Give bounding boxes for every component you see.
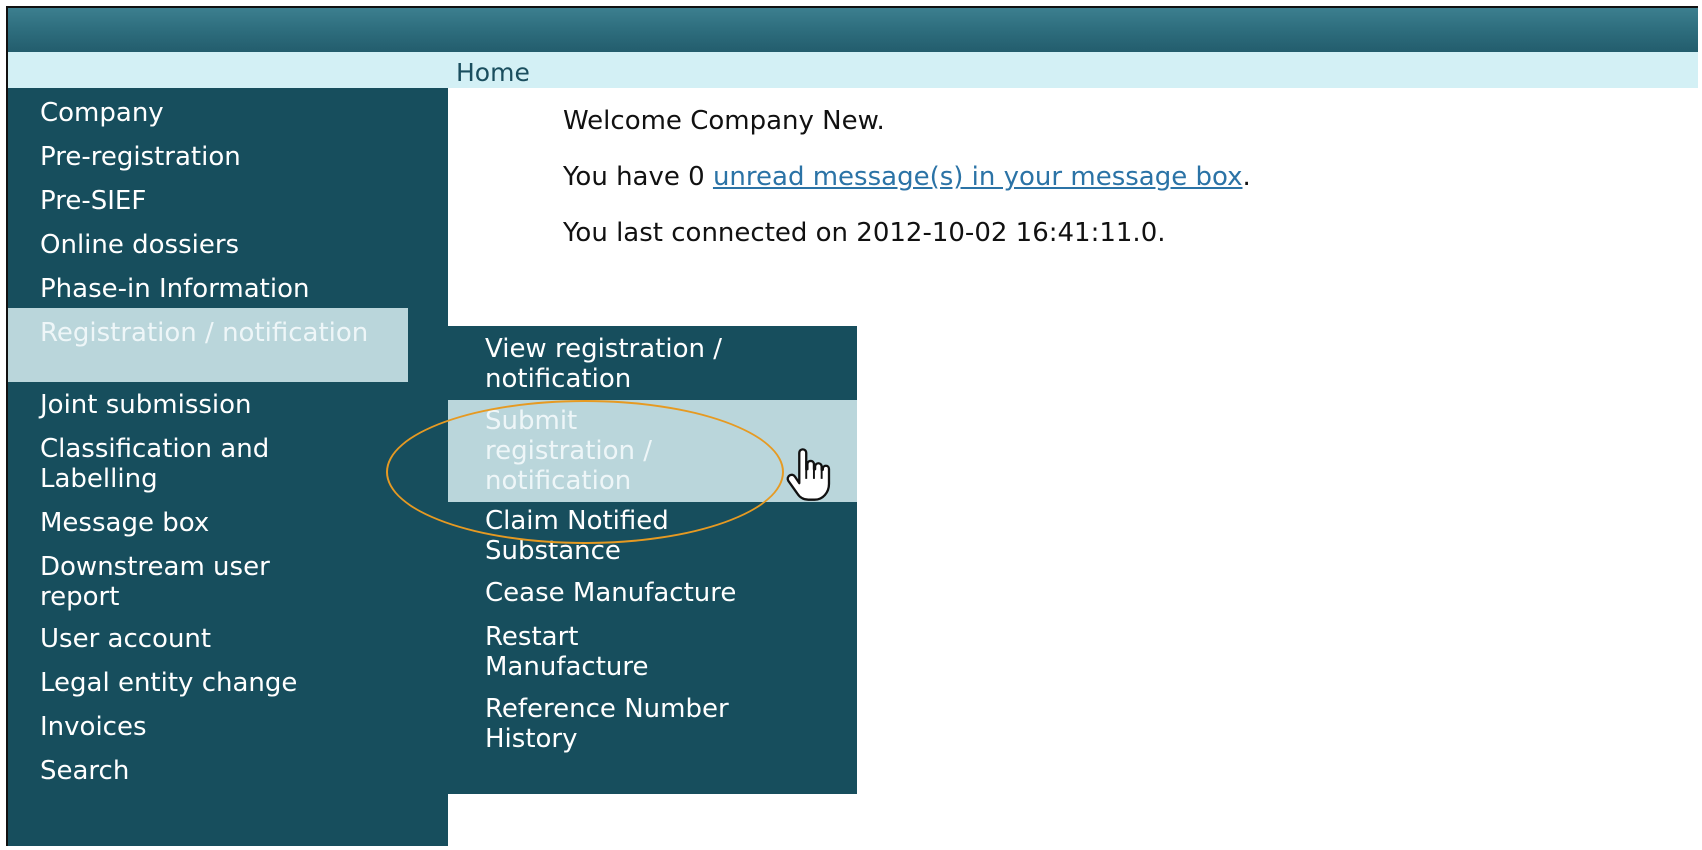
message-prefix: You have 0 <box>563 162 705 192</box>
welcome-text: Welcome Company New. <box>563 106 885 136</box>
sidebar-item-search[interactable]: Search <box>8 756 448 786</box>
submenu-item-restart-manufacture[interactable]: Restart Manufacture <box>448 622 708 682</box>
submenu-item-cease-manufacture[interactable]: Cease Manufacture <box>448 578 857 608</box>
submenu-registration: View registration / notification Submit … <box>448 326 857 794</box>
sidebar-item-user-account[interactable]: User account <box>8 624 448 654</box>
sidebar-item-downstream-user-report[interactable]: Downstream user report <box>8 552 328 612</box>
sidebar-item-legal-entity-change[interactable]: Legal entity change <box>8 668 448 698</box>
sidebar-item-pre-sief[interactable]: Pre-SIEF <box>8 186 448 216</box>
sidebar-item-invoices[interactable]: Invoices <box>8 712 448 742</box>
app-frame: Home Company Pre-registration Pre-SIEF O… <box>6 6 1698 846</box>
top-banner <box>8 8 1698 52</box>
last-connected-text: You last connected on 2012-10-02 16:41:1… <box>563 218 1166 248</box>
sidebar-item-phase-in-information[interactable]: Phase-in Information <box>8 274 448 304</box>
message-suffix: . <box>1242 162 1251 192</box>
submenu-item-claim-notified-substance[interactable]: Claim Notified Substance <box>448 506 748 566</box>
hand-pointer-icon <box>786 448 831 501</box>
sidebar-item-online-dossiers[interactable]: Online dossiers <box>8 230 448 260</box>
breadcrumb-home[interactable]: Home <box>456 58 530 87</box>
sidebar-item-pre-registration[interactable]: Pre-registration <box>8 142 448 172</box>
sidebar: Company Pre-registration Pre-SIEF Online… <box>8 88 448 846</box>
submenu-item-reference-number-history[interactable]: Reference Number History <box>448 694 788 754</box>
message-status: You have 0 unread message(s) in your mes… <box>563 162 1251 192</box>
sidebar-item-joint-submission[interactable]: Joint submission <box>8 390 448 420</box>
breadcrumb: Home <box>8 52 1698 88</box>
submenu-item-view-registration[interactable]: View registration / notification <box>448 334 788 394</box>
sidebar-item-message-box[interactable]: Message box <box>8 508 448 538</box>
sidebar-item-company[interactable]: Company <box>8 98 448 128</box>
sidebar-item-registration-notification[interactable]: Registration / notification <box>8 308 408 382</box>
message-box-link[interactable]: unread message(s) in your message box <box>713 162 1243 192</box>
sidebar-item-classification-labelling[interactable]: Classification and Labelling <box>8 434 328 494</box>
